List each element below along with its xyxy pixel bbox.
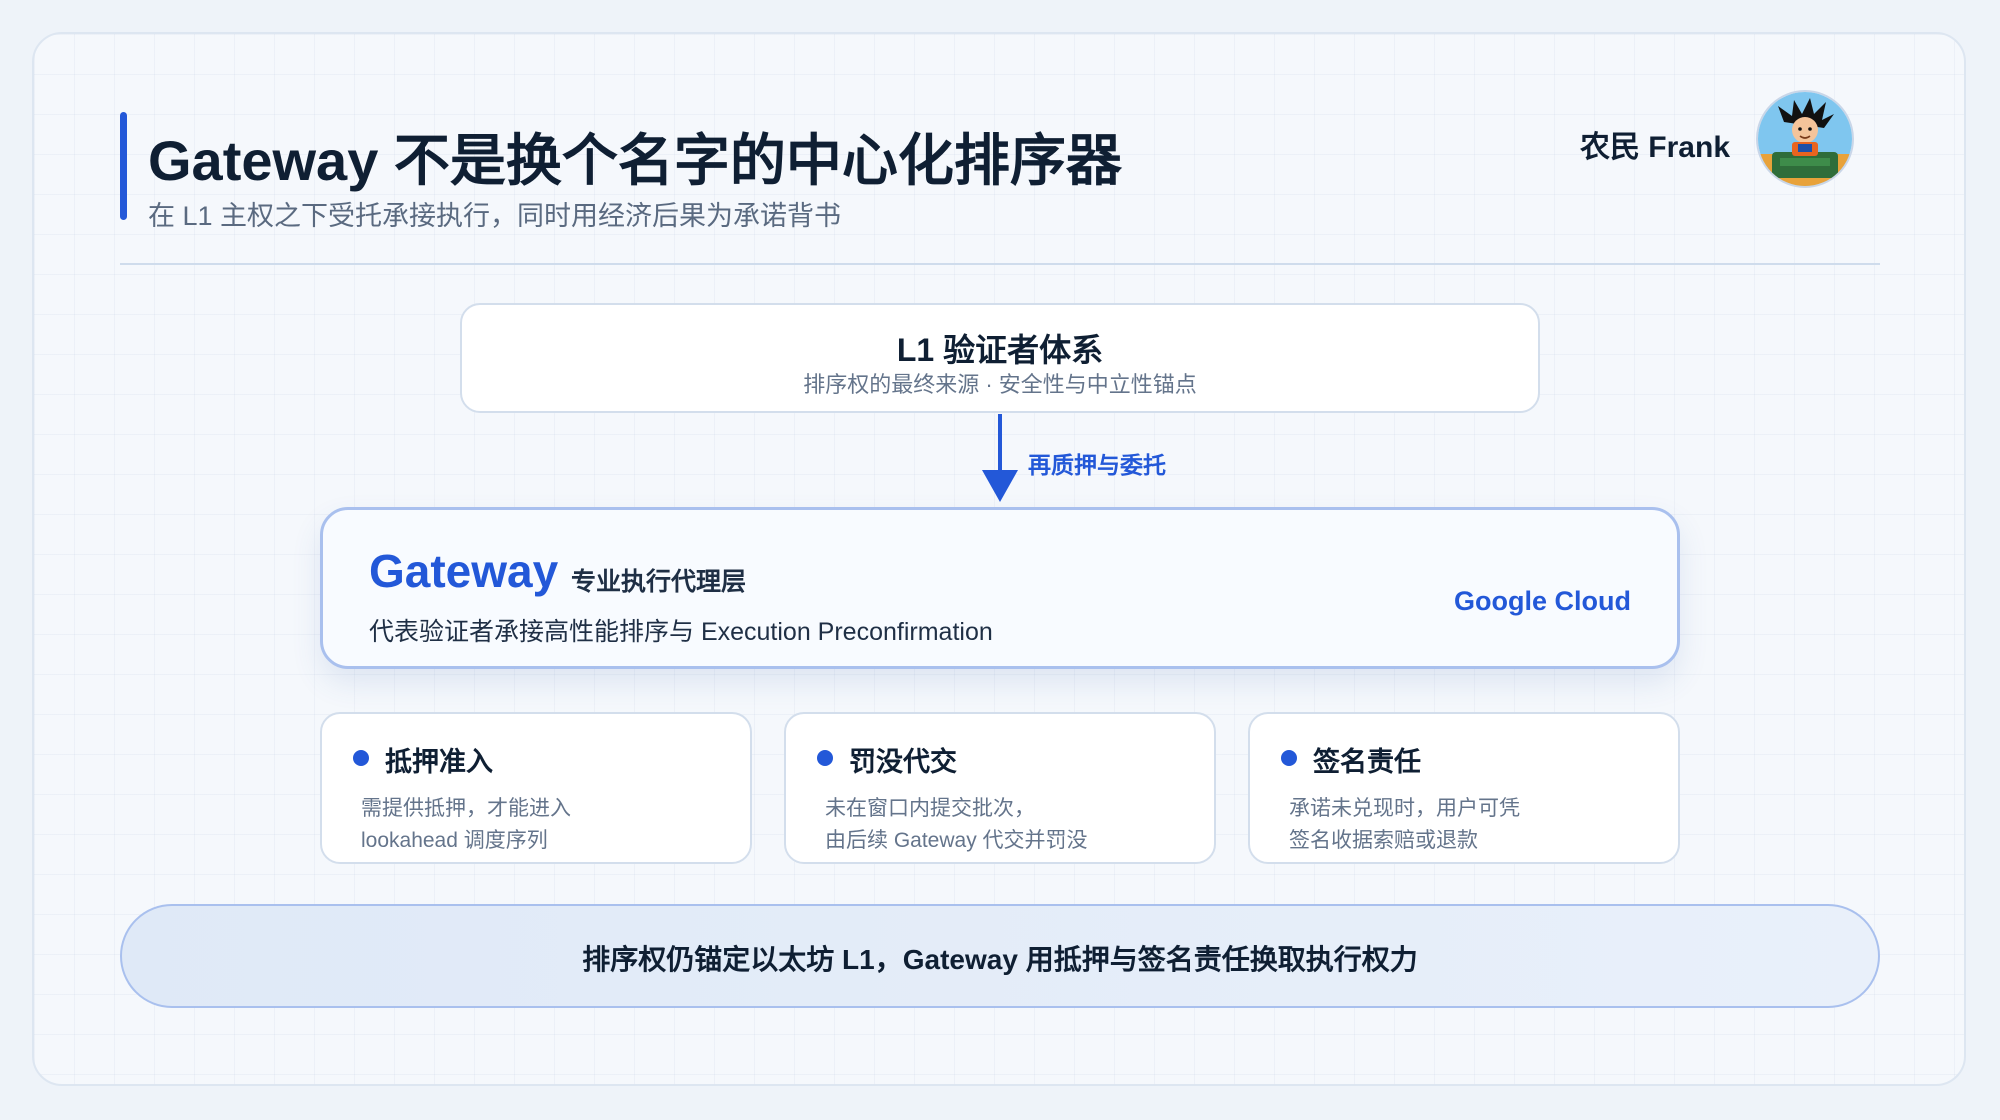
card-line: 由后续 Gateway 代交并罚没 bbox=[825, 829, 1088, 852]
gateway-box: Gateway 专业执行代理层 代表验证者承接高性能排序与 Execution … bbox=[320, 507, 1680, 669]
page-title: Gateway 不是换个名字的中心化排序器 bbox=[148, 129, 1122, 192]
page-subtitle: 在 L1 主权之下受托承接执行，同时用经济后果为承诺背书 bbox=[148, 201, 842, 231]
card-title: 签名责任 bbox=[1313, 747, 1421, 777]
header-divider bbox=[120, 263, 1880, 265]
card-title: 罚没代交 bbox=[849, 747, 957, 777]
card-title: 抵押准入 bbox=[385, 747, 493, 777]
arrow-label: 再质押与委托 bbox=[1028, 452, 1166, 478]
card-signature-liability: 签名责任 承诺未兑现时，用户可凭 签名收据索赔或退款 bbox=[1248, 712, 1680, 864]
summary-banner: 排序权仍锚定以太坊 L1，Gateway 用抵押与签名责任换取执行权力 bbox=[120, 904, 1880, 1008]
gateway-brand: Google Cloud bbox=[1454, 586, 1631, 616]
card-line: 未在窗口内提交批次， bbox=[825, 797, 1035, 820]
card-line: 签名收据索赔或退款 bbox=[1289, 829, 1478, 852]
gateway-tag: 专业执行代理层 bbox=[571, 568, 747, 596]
card-line: 需提供抵押，才能进入 bbox=[361, 797, 571, 820]
author-name: 农民 Frank bbox=[1579, 131, 1730, 164]
gateway-title: Gateway bbox=[369, 545, 559, 597]
summary-text: 排序权仍锚定以太坊 L1，Gateway 用抵押与签名责任换取执行权力 bbox=[582, 944, 1418, 975]
bullet-dot-icon bbox=[817, 750, 833, 766]
bullet-dot-icon bbox=[353, 750, 369, 766]
card-collateral-admission: 抵押准入 需提供抵押，才能进入 lookahead 调度序列 bbox=[320, 712, 752, 864]
avatar bbox=[1756, 90, 1854, 188]
card-line: lookahead 调度序列 bbox=[361, 829, 548, 852]
card-line: 承诺未兑现时，用户可凭 bbox=[1289, 797, 1520, 820]
cartoon-character-icon bbox=[1758, 92, 1852, 186]
down-arrow-icon bbox=[982, 414, 1018, 502]
l1-title: L1 验证者体系 bbox=[896, 332, 1104, 368]
bullet-dot-icon bbox=[1281, 750, 1297, 766]
l1-description: 排序权的最终来源 · 安全性与中立性锚点 bbox=[803, 372, 1197, 397]
title-accent-bar bbox=[120, 112, 127, 220]
card-slashing-takeover: 罚没代交 未在窗口内提交批次， 由后续 Gateway 代交并罚没 bbox=[784, 712, 1216, 864]
gateway-description: 代表验证者承接高性能排序与 Execution Preconfirmation bbox=[369, 618, 993, 646]
l1-validator-box: L1 验证者体系 排序权的最终来源 · 安全性与中立性锚点 bbox=[460, 303, 1540, 413]
